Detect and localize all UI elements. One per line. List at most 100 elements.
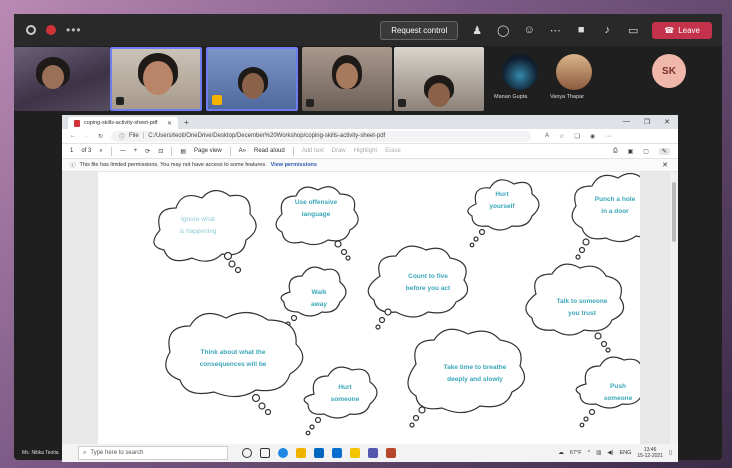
menu-icon[interactable]: ⋯ — [605, 133, 611, 140]
participant-avatar[interactable] — [502, 54, 538, 90]
url-field[interactable]: ⓘ File | C:/Users/teoti/OneDrive/Desktop… — [111, 130, 532, 142]
page-view-icon: ▤ — [180, 148, 186, 155]
divider — [171, 146, 173, 156]
save-as-icon[interactable]: ▢ — [643, 148, 649, 155]
camera-icon[interactable]: ■ — [574, 24, 588, 36]
scrollbar-thumb[interactable] — [672, 182, 676, 242]
url-text: C:/Users/teoti/OneDrive/Desktop/December… — [148, 133, 386, 139]
erase-button[interactable]: Erase — [385, 148, 401, 154]
page-number-input[interactable]: 1 — [70, 148, 73, 154]
share-icon[interactable]: ▭ — [626, 24, 640, 37]
leave-button[interactable]: ☎ Leave — [652, 21, 712, 39]
participant-face — [143, 61, 173, 95]
thought-bubble — [478, 228, 486, 236]
video-tile[interactable] — [394, 47, 484, 111]
url-scheme: File — [129, 133, 139, 139]
participant-avatar[interactable] — [556, 54, 592, 90]
people-icon[interactable]: ♟ — [470, 24, 484, 37]
tray-arrow-icon[interactable]: ^ — [588, 450, 591, 456]
participant-name: Vanya Thapar — [550, 94, 585, 100]
volume-icon[interactable]: ◀) — [607, 450, 613, 456]
teams-icon[interactable] — [368, 448, 378, 458]
close-tab-icon[interactable]: ✕ — [167, 120, 172, 127]
thought-bubble — [473, 236, 479, 242]
mail-icon[interactable] — [332, 448, 342, 458]
edge-icon[interactable] — [278, 448, 288, 458]
thought-bubble — [579, 422, 585, 428]
search-placeholder: Type here to search — [90, 450, 144, 456]
more-actions-icon[interactable]: ⋯ — [548, 24, 562, 37]
zoom-out-icon[interactable]: — — [120, 148, 126, 154]
refresh-icon[interactable]: ↻ — [98, 133, 103, 140]
network-icon[interactable]: ▥ — [596, 450, 601, 456]
maximize-icon[interactable]: ❐ — [644, 118, 650, 126]
scrollbar[interactable] — [670, 172, 678, 445]
folder-icon[interactable] — [350, 448, 360, 458]
browser-tab[interactable]: coping-skills-activity-sheet-pdf ✕ — [68, 117, 178, 129]
video-tile[interactable] — [14, 47, 110, 111]
cloud-text: Push someone — [603, 383, 633, 402]
video-tile[interactable] — [302, 47, 392, 111]
initials-avatar[interactable]: SK — [652, 54, 686, 88]
info-icon: ⓘ — [119, 134, 126, 141]
address-bar-row: ← → ↻ ⓘ File | C:/Users/teoti/OneDrive/D… — [62, 129, 678, 144]
collections-icon[interactable]: ❏ — [574, 133, 579, 140]
thought-bubble — [469, 242, 475, 248]
search-icon[interactable]: ⌕ — [99, 148, 102, 155]
zoom-in-icon[interactable]: + — [134, 148, 138, 154]
powerpoint-icon[interactable] — [386, 448, 396, 458]
fit-page-icon[interactable]: ⊡ — [158, 148, 163, 155]
info-icon: ⓘ — [70, 163, 76, 169]
participant-face — [336, 63, 358, 89]
file-explorer-icon[interactable] — [296, 448, 306, 458]
language-indicator[interactable]: ENG — [619, 450, 631, 456]
read-aloud-button[interactable]: Read aloud — [254, 148, 285, 154]
participant-face — [42, 65, 64, 89]
task-view-icon[interactable] — [260, 448, 270, 458]
clock[interactable]: 13:46 15-12-2021 — [637, 447, 663, 459]
weather-temp[interactable]: 67°F — [570, 450, 582, 456]
profile-icon[interactable]: ◉ — [590, 133, 595, 140]
close-banner-icon[interactable]: ✕ — [662, 161, 678, 169]
request-control-button[interactable]: Request control — [380, 20, 459, 40]
back-icon[interactable]: ← — [70, 133, 76, 139]
chat-icon[interactable]: ◯ — [496, 24, 510, 37]
save-icon[interactable]: ▣ — [628, 148, 634, 155]
weather-icon: ☁ — [558, 450, 564, 456]
cloud-text: Talk to someone you trust — [556, 298, 608, 317]
video-tile-active[interactable] — [110, 47, 202, 111]
thought-bubble — [418, 406, 426, 414]
notifications-icon[interactable]: ▯ — [669, 450, 672, 456]
thought-bubble — [264, 408, 272, 416]
forward-icon[interactable]: → — [84, 133, 90, 139]
favorite-icon[interactable]: ☆ — [559, 133, 564, 140]
read-mode-icon[interactable]: A — [545, 133, 549, 140]
clock-date: 15-12-2021 — [637, 453, 663, 459]
taskbar-search[interactable]: ⌕ Type here to search — [78, 446, 228, 460]
permission-banner: ⓘ This file has limited permissions. You… — [62, 159, 678, 172]
divider — [292, 146, 294, 156]
page-view-button[interactable]: Page view — [194, 148, 222, 154]
cortana-icon[interactable] — [242, 448, 252, 458]
add-text-button[interactable]: Add text — [302, 148, 324, 154]
pin-icon[interactable]: ✎ — [658, 147, 670, 155]
thought-bubble — [578, 246, 586, 254]
new-tab-icon[interactable]: + — [184, 118, 189, 127]
cloud-text: Punch a hole in a door — [594, 196, 636, 215]
search-icon: ⌕ — [83, 449, 87, 456]
video-tile-active[interactable] — [206, 47, 298, 111]
highlight-button[interactable]: Highlight — [354, 148, 377, 154]
draw-button[interactable]: Draw — [332, 148, 346, 154]
reactions-icon[interactable]: ☺ — [522, 24, 536, 36]
print-icon[interactable]: ⎙ — [613, 148, 618, 155]
minimize-icon[interactable]: — — [623, 118, 630, 126]
view-permissions-link[interactable]: View permissions — [271, 162, 317, 168]
thought-bubble — [340, 248, 348, 256]
thought-bubble — [409, 422, 415, 428]
rotate-icon[interactable]: ⟳ — [145, 148, 150, 155]
close-window-icon[interactable]: ✕ — [664, 118, 670, 126]
mic-off-icon[interactable]: ♪ — [600, 24, 614, 36]
more-options-icon[interactable]: ••• — [66, 23, 82, 37]
leave-label: Leave — [678, 25, 700, 35]
store-icon[interactable] — [314, 448, 324, 458]
